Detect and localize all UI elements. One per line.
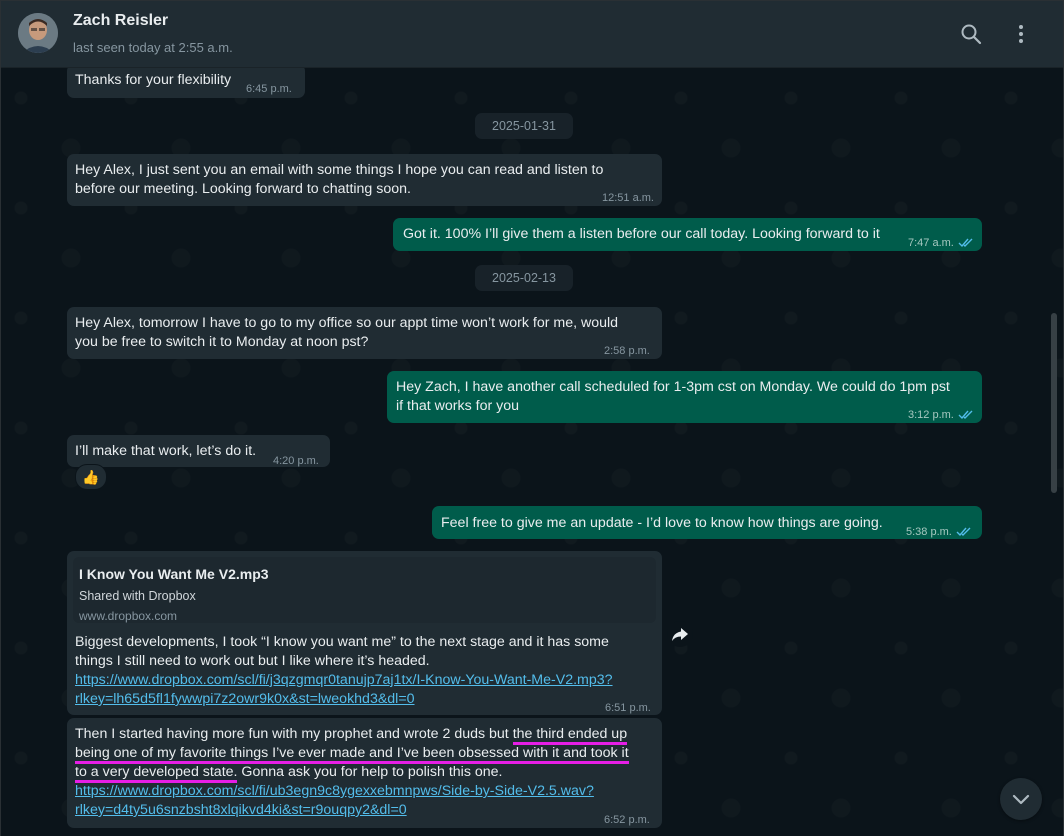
message-text: Feel free to give me an update - I’d lov… — [441, 515, 883, 531]
message-time: 4:20 p.m. — [273, 455, 319, 467]
message-time: 3:12 p.m. — [908, 406, 974, 427]
double-check-icon — [956, 525, 972, 544]
message-text-line: if that works for you — [396, 398, 520, 414]
chevron-down-icon — [1012, 794, 1030, 805]
preview-subtitle: Shared with Dropbox — [79, 589, 196, 603]
dropbox-link[interactable]: https://www.dropbox.com/scl/fi/j3qzgmqr0… — [75, 671, 613, 690]
message-time: 2:58 p.m. — [604, 345, 650, 357]
message-text-line: Hey Alex, I just sent you an email with … — [75, 162, 604, 178]
highlighted-text: being one of my favorite things I’ve eve… — [75, 745, 629, 764]
menu-dots-icon[interactable] — [1009, 22, 1033, 46]
link-preview[interactable]: I Know You Want Me V2.mp3 Shared with Dr… — [73, 557, 656, 623]
dropbox-link[interactable]: https://www.dropbox.com/scl/fi/ub3egn9c8… — [75, 782, 594, 801]
highlighted-text: the third ended up — [512, 726, 628, 745]
scroll-to-bottom-button[interactable] — [1000, 778, 1042, 820]
search-icon[interactable] — [959, 22, 983, 46]
preview-domain: www.dropbox.com — [79, 609, 178, 623]
last-seen-status: last seen today at 2:55 a.m. — [73, 40, 233, 55]
message-incoming[interactable]: I’ll make that work, let’s do it. 4:20 p… — [67, 435, 330, 467]
contact-name[interactable]: Zach Reisler — [73, 12, 168, 30]
forward-icon[interactable] — [667, 621, 693, 647]
message-text-line: before our meeting. Looking forward to c… — [75, 181, 411, 197]
message-list[interactable]: Thanks for your flexibility 6:45 p.m. 20… — [1, 68, 1063, 836]
message-time: 7:47 a.m. — [908, 234, 974, 255]
chat-window: Zach Reisler last seen today at 2:55 a.m… — [0, 0, 1064, 836]
message-text-line: Biggest developments, I took “I know you… — [75, 634, 609, 650]
message-text-line: Then I started having more fun with my p… — [75, 725, 628, 745]
double-check-icon — [958, 408, 974, 427]
highlighted-text: to a very developed state. — [75, 764, 238, 783]
message-outgoing[interactable]: Hey Zach, I have another call scheduled … — [387, 371, 982, 423]
message-incoming[interactable]: Hey Alex, tomorrow I have to go to my of… — [67, 307, 662, 359]
dropbox-link[interactable]: rlkey=d4ty5u6snzbsht8xlqikvd4ki&st=r9ouq… — [75, 801, 407, 820]
message-text-line: to a very developed state. Gonna ask you… — [75, 763, 502, 783]
message-text-line: things I still need to work out but I li… — [75, 653, 430, 669]
double-check-icon — [958, 236, 974, 255]
message-text: Got it. 100% I’ll give them a listen bef… — [403, 226, 880, 242]
preview-title: I Know You Want Me V2.mp3 — [79, 566, 269, 582]
message-incoming[interactable]: Thanks for your flexibility 6:45 p.m. — [67, 68, 305, 98]
message-text-line: being one of my favorite things I’ve eve… — [75, 744, 629, 764]
message-outgoing[interactable]: Got it. 100% I’ll give them a listen bef… — [393, 218, 982, 251]
message-text-line: you be free to switch it to Monday at no… — [75, 334, 369, 350]
message-text-line: Hey Alex, tomorrow I have to go to my of… — [75, 315, 619, 331]
scrollbar[interactable] — [1051, 313, 1057, 493]
avatar[interactable] — [18, 13, 58, 53]
message-time: 6:45 p.m. — [246, 83, 292, 95]
dropbox-link[interactable]: rlkey=lh65d5fl1fywwpi7z2owr9k0x&st=lweok… — [75, 690, 415, 709]
message-time: 12:51 a.m. — [602, 192, 654, 204]
message-incoming[interactable]: I Know You Want Me V2.mp3 Shared with Dr… — [67, 551, 662, 715]
message-time: 6:52 p.m. — [604, 814, 650, 826]
message-outgoing[interactable]: Feel free to give me an update - I’d lov… — [432, 506, 982, 539]
chat-header[interactable]: Zach Reisler last seen today at 2:55 a.m… — [1, 1, 1063, 68]
message-incoming[interactable]: Hey Alex, I just sent you an email with … — [67, 154, 662, 206]
date-separator: 2025-02-13 — [475, 265, 573, 291]
message-text: I’ll make that work, let’s do it. — [75, 443, 257, 459]
message-time: 5:38 p.m. — [906, 523, 972, 544]
message-text: Thanks for your flexibility — [75, 72, 232, 88]
date-separator: 2025-01-31 — [475, 113, 573, 139]
message-text-line: Hey Zach, I have another call scheduled … — [396, 379, 950, 395]
message-incoming[interactable]: Then I started having more fun with my p… — [67, 718, 662, 828]
message-time: 6:51 p.m. — [605, 702, 651, 714]
reaction-thumbs-up[interactable]: 👍 — [75, 464, 107, 490]
